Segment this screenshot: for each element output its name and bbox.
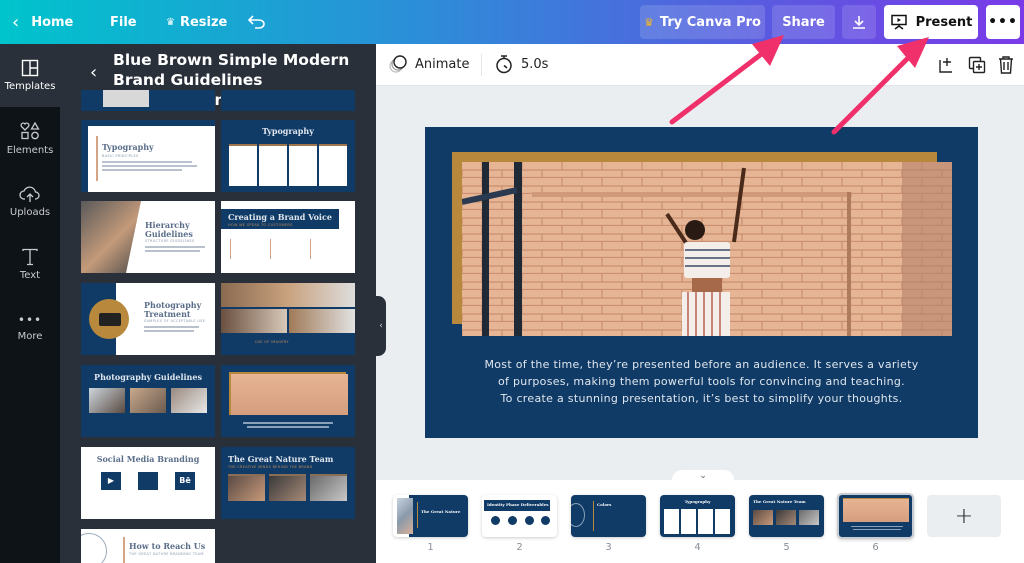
timing-button[interactable]: 5.0s [495, 54, 548, 74]
template-thumb-current-slide[interactable] [221, 365, 355, 437]
animate-icon [389, 55, 407, 73]
page-number: 3 [605, 542, 612, 553]
editor-toolbar: Animate 5.0s [376, 44, 1024, 86]
crown-icon: ♛ [644, 15, 654, 29]
template-thumb-photography-treatment[interactable]: Photography Treatment SAMPLES OF ACCEPTA… [81, 283, 215, 355]
upload-cloud-icon [19, 186, 40, 202]
more-dots-icon: ••• [17, 313, 43, 327]
templates-panel: ‹ Blue Brown Simple Modern Brand Guideli… [60, 44, 376, 563]
rail-item-more[interactable]: ••• More [0, 296, 60, 359]
delete-page-icon[interactable] [997, 55, 1015, 75]
template-thumb-social-media[interactable]: Social Media Branding ▶ Bē [81, 447, 215, 519]
template-thumb-use-of-imagery[interactable]: USE OF IMAGERY [221, 283, 355, 355]
page-number: 5 [783, 542, 790, 553]
undo-button[interactable] [248, 0, 266, 44]
resize-button[interactable]: ♛ Resize [166, 0, 227, 44]
download-icon [853, 16, 865, 29]
template-thumb-nature-team[interactable]: The Great Nature Team THE CREATIVE MINDS… [221, 447, 355, 519]
timer-icon [496, 55, 512, 74]
template-thumb-reach-us[interactable]: How to Reach Us THE GREAT NATURE BRANDIN… [81, 529, 215, 563]
present-icon [890, 14, 907, 30]
rail-item-templates[interactable]: Templates [0, 44, 60, 107]
page-number: 2 [516, 542, 523, 553]
share-button[interactable]: Share [772, 5, 835, 39]
slide-caption[interactable]: Most of the time, they’re presented befo… [425, 356, 978, 407]
add-page-button[interactable]: + [927, 495, 1001, 537]
undo-icon [248, 15, 265, 29]
behance-icon: Bē [175, 472, 195, 490]
page-thumb-3[interactable]: Colors [571, 495, 646, 537]
slide-canvas[interactable]: Most of the time, they’re presented befo… [425, 127, 978, 438]
template-thumb-partial[interactable] [81, 90, 215, 111]
try-canva-pro-button[interactable]: ♛ Try Canva Pro [640, 5, 765, 39]
template-thumb-typography-basic[interactable]: Typography BASIC PRINCIPLES [81, 120, 215, 192]
page-thumb-6-selected[interactable] [837, 493, 914, 539]
back-chevron-icon[interactable]: ‹ [90, 62, 97, 83]
page-number: 6 [872, 542, 879, 553]
file-menu[interactable]: File [110, 0, 137, 44]
side-rail: Templates Elements Uploads Text ••• More [0, 44, 60, 563]
templates-icon [21, 59, 39, 77]
more-options-button[interactable]: ••• [986, 5, 1020, 39]
toolbar-divider [481, 54, 482, 76]
elements-icon [20, 121, 40, 140]
more-horizontal-icon: ••• [988, 14, 1018, 30]
page-thumb-5[interactable]: The Great Nature Team [749, 495, 824, 537]
duplicate-page-icon[interactable] [968, 56, 986, 74]
add-page-icon[interactable] [938, 56, 956, 74]
crown-icon: ♛ [166, 16, 175, 28]
download-button[interactable] [842, 5, 876, 39]
rail-item-elements[interactable]: Elements [0, 107, 60, 170]
filmstrip-toggle[interactable]: ⌄ [672, 470, 734, 482]
chevron-left-icon: ‹ [379, 321, 383, 331]
template-thumb-partial[interactable] [221, 90, 355, 111]
plus-icon: + [954, 503, 974, 529]
template-thumb-brand-voice[interactable]: Creating a Brand Voice HOW WE SPEAK TO C… [221, 201, 355, 273]
top-bar: ‹ Home File ♛ Resize ♛ Try Canva Pro Sha… [0, 0, 1024, 44]
youtube-icon: ▶ [101, 472, 121, 490]
template-thumb-typography-columns[interactable]: Typography [221, 120, 355, 192]
present-button[interactable]: Present [884, 5, 978, 39]
slide-photo[interactable] [462, 162, 952, 336]
animate-button[interactable]: Animate [388, 54, 469, 74]
template-thumb-photography-guidelines[interactable]: Photography Guidelines [81, 365, 215, 437]
template-thumb-hierarchy[interactable]: Hierarchy Guidelines STRUCTURE GUIDELINE… [81, 201, 215, 273]
page-thumb-1[interactable]: The Great Nature [393, 495, 468, 537]
page-thumb-4[interactable]: Typography [660, 495, 735, 537]
page-number: 4 [694, 542, 701, 553]
brick-wall-photo [462, 162, 952, 336]
rail-item-text[interactable]: Text [0, 233, 60, 296]
home-button[interactable]: ‹ Home [12, 0, 73, 44]
page-thumb-2[interactable]: Identity Phase Deliverables [482, 495, 557, 537]
page-number: 1 [427, 542, 434, 553]
collapse-panel-handle[interactable]: ‹ [376, 296, 386, 356]
rail-item-uploads[interactable]: Uploads [0, 170, 60, 233]
chevron-left-icon: ‹ [12, 11, 20, 33]
text-icon [22, 248, 38, 266]
chevron-down-icon: ⌄ [699, 471, 707, 481]
